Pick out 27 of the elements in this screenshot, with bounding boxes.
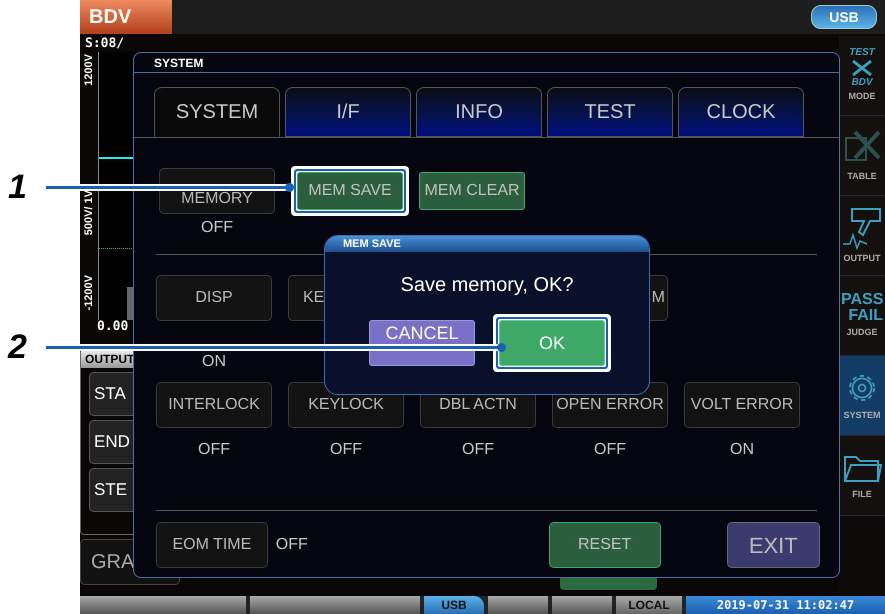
usb-indicator: USB xyxy=(424,596,484,614)
icon-text: PASS xyxy=(841,292,884,308)
dialog-title: MEM SAVE xyxy=(325,236,649,252)
setting-value: OFF xyxy=(330,440,362,460)
dialog-message: Save memory, OK? xyxy=(400,273,574,298)
mode-status: LOCAL xyxy=(616,596,682,614)
mode-label: BDV xyxy=(80,0,172,34)
usb-indicator: USB xyxy=(811,5,877,29)
setting-value: ON xyxy=(202,354,226,370)
setting-value: ON xyxy=(730,440,754,460)
setting-value: OFF xyxy=(200,218,234,238)
icon-text: BDV xyxy=(851,78,873,88)
measurement-text: S:08/ xyxy=(84,35,126,52)
dialog-title: SYSTEM xyxy=(134,53,839,73)
axis-label: 500V/ 1V xyxy=(82,190,96,235)
icon-text: FAIL xyxy=(848,308,883,324)
setting-value: OFF xyxy=(276,535,308,555)
datetime: 2019-07-31 11:02:47 xyxy=(686,596,885,614)
setting-value: OFF xyxy=(594,440,626,460)
setting-value: OFF xyxy=(462,440,494,460)
axis-label: -1200V xyxy=(82,274,96,310)
axis-label: 1200V xyxy=(82,54,96,86)
callout-number: 2 xyxy=(8,330,27,364)
callout-number: 1 xyxy=(8,170,27,204)
icon-text: TEST xyxy=(849,48,875,58)
setting-value: OFF xyxy=(198,440,230,460)
graph-reading: 0.00 xyxy=(97,320,128,333)
